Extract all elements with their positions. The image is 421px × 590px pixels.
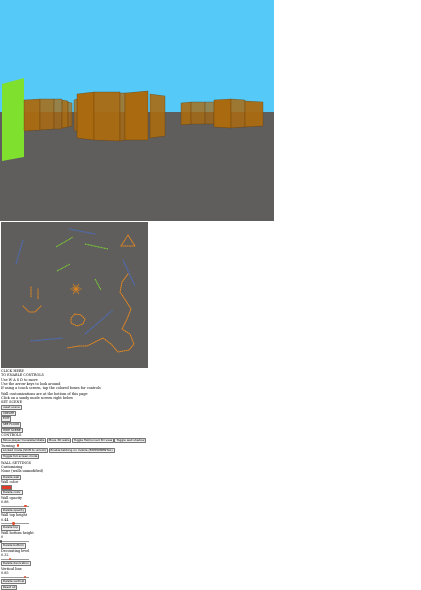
enable-tabbing-on-mobile-experimental-button[interactable]: Enable tabbing on mobile (EXPERIMENTAL) — [48, 448, 115, 454]
create-button[interactable]: CREATE — [1, 410, 17, 416]
hide-scene-button[interactable]: HIDE SCENE — [1, 427, 23, 434]
bottom-slider[interactable] — [0, 540, 29, 543]
move-3d-walls-button[interactable]: Move 3D walls — [46, 437, 72, 444]
wall-segment — [149, 93, 166, 139]
map-instructions: Wall customizations are at the bottom of… — [1, 392, 201, 405]
wall-segment — [244, 100, 264, 128]
slider-thumb[interactable] — [23, 575, 26, 579]
wall-segment — [230, 98, 246, 129]
wall-segment — [73, 98, 78, 133]
top-slider[interactable] — [1, 522, 29, 525]
delete-vertical-button[interactable]: Delete vertical — [1, 578, 27, 585]
wall-segment — [39, 98, 55, 131]
slider-track — [1, 523, 29, 524]
decoration-value: 0.32 — [1, 553, 9, 558]
toggle-full-screen-mode-button[interactable]: Toggle full-screen mode — [1, 453, 40, 460]
wall-segment — [204, 101, 215, 125]
wall-segment — [23, 98, 41, 132]
toggle-wall-shadow-button[interactable]: Toggle wall shadow — [114, 437, 147, 444]
reset-all-button[interactable]: Reset all — [1, 584, 18, 590]
instructions: CLICK HERE TO ENABLE CONTROLS Use W A S D … — [1, 369, 201, 390]
slider-thumb[interactable] — [12, 522, 15, 525]
slider-thumb[interactable] — [0, 540, 3, 543]
wall-segment — [124, 90, 149, 141]
wall-segment — [53, 98, 63, 130]
toggle-flat-curved-3d-view-button[interactable]: Toggle flat/curved 3D view — [71, 437, 115, 444]
vertical-slider[interactable] — [1, 575, 29, 579]
delete-top-button[interactable]: Delete top — [1, 525, 21, 531]
opacity-value: 0.88 — [1, 499, 9, 504]
wall-segment — [67, 101, 73, 128]
see-floor-button[interactable]: SEE FLOOR — [1, 422, 22, 428]
bottom-value: 0 — [1, 535, 4, 540]
slider-thumb[interactable] — [24, 504, 27, 508]
controls-panel: CLICK HERE TO ENABLE CONTROLS Use W A S D … — [0, 369, 201, 590]
delete-decoration-button[interactable]: Delete decoration — [1, 561, 31, 567]
wall-segment — [2, 78, 24, 161]
slider-track — [1, 558, 29, 560]
top-down-map[interactable] — [1, 222, 148, 368]
delete-wall-button[interactable]: Delete wall — [1, 474, 22, 481]
vertical-value: 0.85 — [1, 570, 9, 575]
wall-segment — [76, 91, 95, 141]
delete-opacity-button[interactable]: Delete opacity — [1, 507, 27, 514]
wall-segment — [119, 92, 126, 142]
decoration-slider[interactable] — [1, 557, 29, 561]
delete-bottom-button[interactable]: Delete bottom — [1, 543, 26, 549]
wall-segment — [190, 101, 206, 125]
delete-color-button[interactable]: Delete color — [1, 489, 23, 496]
scene-buttons: reset scene CREATE EXIT SEE FLOOR HIDE SCENE — [1, 404, 201, 434]
wall-segment — [213, 98, 232, 129]
wall-segment — [180, 101, 192, 126]
slider-thumb[interactable] — [8, 557, 12, 561]
top-value: 0.44 — [1, 517, 9, 522]
wall-segment — [61, 99, 69, 129]
locked-mode-shift-to-unlock-button[interactable]: Locked mode (Shift to unlock) — [1, 448, 49, 454]
wall-segment — [93, 91, 121, 142]
opacity-slider[interactable] — [1, 504, 29, 508]
reset-scene-button[interactable]: reset scene — [1, 404, 22, 411]
move-player-translate-rotate-button[interactable]: Move player translate/rotate — [1, 437, 47, 444]
map-background — [1, 222, 148, 368]
turning-toggle-icon[interactable] — [16, 444, 20, 447]
exit-button[interactable]: EXIT — [1, 416, 12, 422]
first-person-3d-view[interactable] — [0, 0, 274, 221]
turning-label: Turning — [1, 443, 15, 448]
